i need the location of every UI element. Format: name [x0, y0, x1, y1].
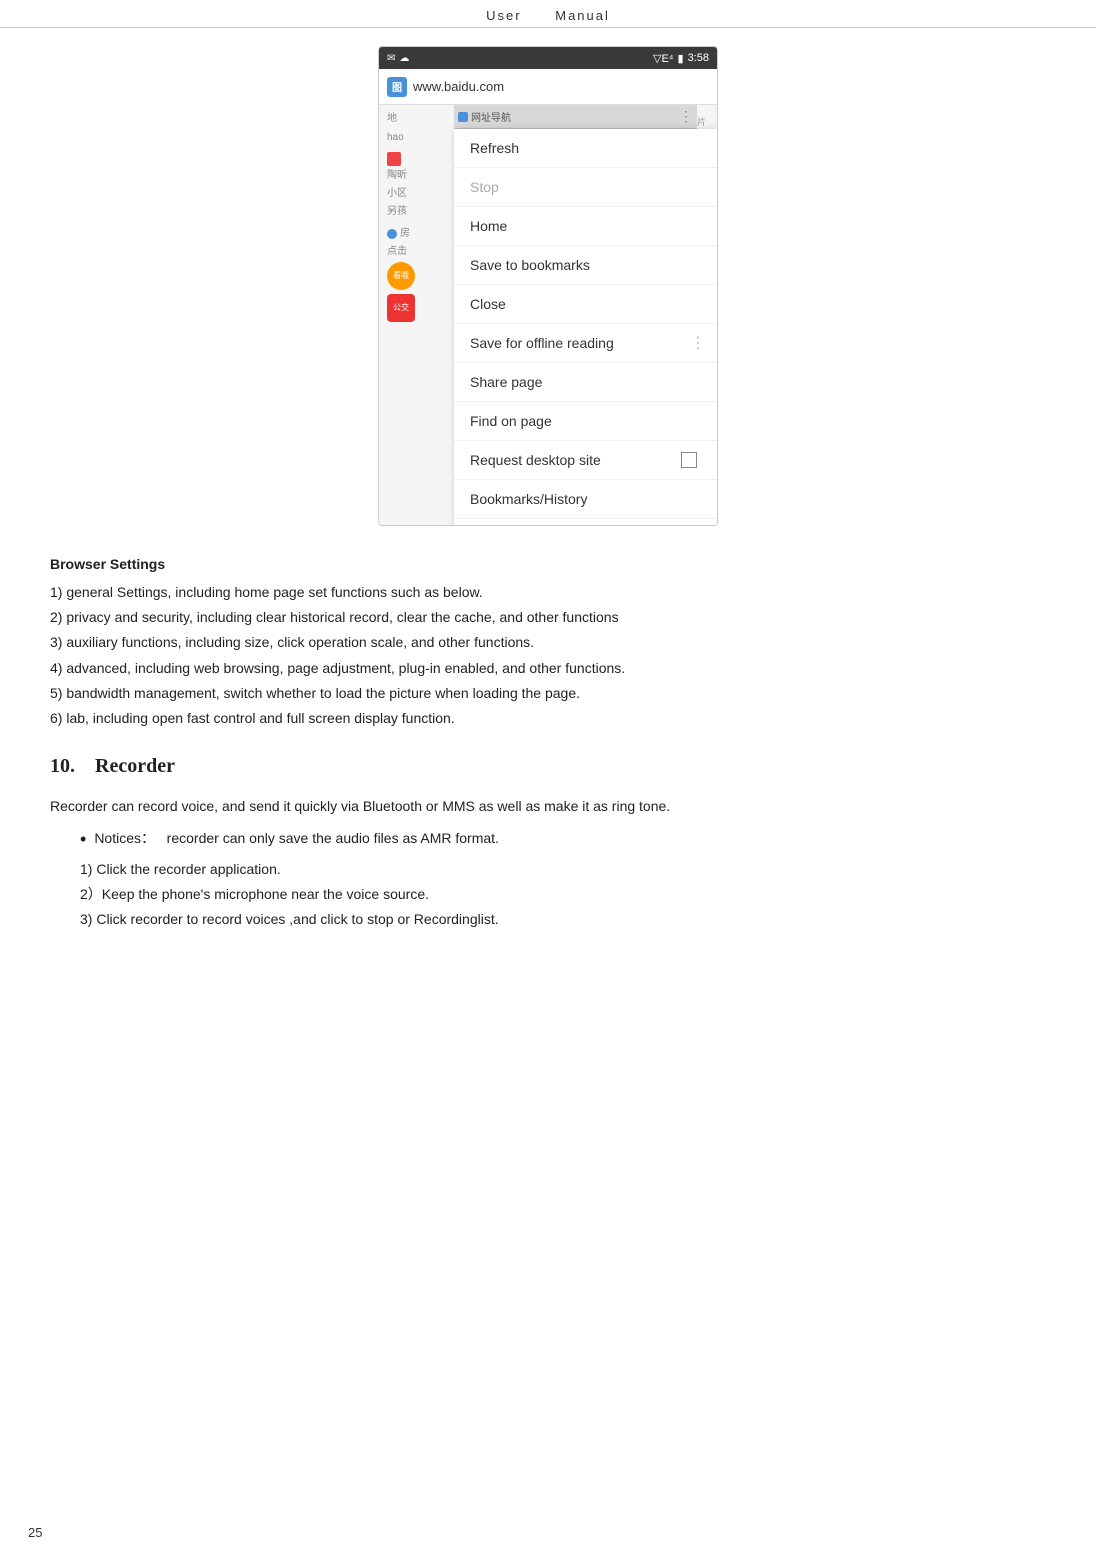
browser-settings-list: 1) general Settings, including home page… [50, 580, 1046, 731]
signal-icon: ▽E⁴ [653, 52, 674, 65]
menu-item-close-label: Close [470, 296, 701, 312]
list-item: 1) general Settings, including home page… [50, 580, 1046, 605]
menu-item-stop-label: Stop [470, 179, 701, 195]
webpage-background: 地 hao 陶昕 小区 另孩 房 点击 看哦 公交 [379, 105, 454, 525]
battery-icon: ▮ [678, 52, 684, 65]
menu-item-stop[interactable]: Stop [454, 168, 717, 207]
url-display[interactable]: www.baidu.com [413, 79, 709, 94]
status-bar-left: ✉ ☁ [387, 53, 409, 64]
menu-item-save-offline-dots: ⋮ [690, 333, 707, 353]
section-number: 10. [50, 755, 75, 777]
recorder-description: Recorder can record voice, and send it q… [50, 794, 1046, 819]
phone-screenshot: ✉ ☁ ▽E⁴ ▮ 3:58 图 www.baidu.com 地 hao 陶昕 … [378, 46, 718, 526]
step-3: 3) Click recorder to record voices ,and … [80, 907, 1046, 932]
address-bar[interactable]: 图 www.baidu.com [379, 69, 717, 105]
header-left: User [486, 8, 521, 23]
time-display: 3:58 [688, 52, 709, 64]
status-bar-right: ▽E⁴ ▮ 3:58 [653, 52, 709, 65]
menu-item-home[interactable]: Home [454, 207, 717, 246]
menu-item-refresh-label: Refresh [470, 140, 701, 156]
page-number: 25 [28, 1525, 42, 1540]
menu-item-bookmarks-history[interactable]: Bookmarks/History [454, 480, 717, 519]
step-1: 1) Click the recorder application. [80, 857, 1046, 882]
menu-item-desktop-label: Request desktop site [470, 452, 681, 468]
bullet-icon: • [80, 827, 86, 852]
browser-settings-title: Browser Settings [50, 556, 1046, 572]
section-title: Recorder [95, 755, 175, 777]
menu-item-save-bookmarks[interactable]: Save to bookmarks [454, 246, 717, 285]
section-heading-recorder: 10. Recorder [50, 755, 1046, 778]
menu-item-settings[interactable]: Settings [454, 519, 717, 525]
menu-item-bookmarks-history-label: Bookmarks/History [470, 491, 701, 507]
menu-item-find[interactable]: Find on page [454, 402, 717, 441]
header-right: Manual [555, 8, 610, 23]
status-bar: ✉ ☁ ▽E⁴ ▮ 3:58 [379, 47, 717, 69]
list-item: 3) auxiliary functions, including size, … [50, 630, 1046, 655]
menu-item-refresh[interactable]: Refresh [454, 129, 717, 168]
context-menu: Refresh Stop Home Save to bookmarks Clos… [454, 129, 717, 525]
menu-item-desktop[interactable]: Request desktop site [454, 441, 717, 480]
notices-label: Notices： recorder can only save the audi… [94, 827, 499, 851]
menu-item-share[interactable]: Share page [454, 363, 717, 402]
browser-logo: 图 [387, 77, 407, 97]
page-header: User Manual [0, 0, 1096, 28]
menu-item-save-offline-label: Save for offline reading [470, 335, 701, 351]
desktop-site-checkbox[interactable] [681, 452, 697, 468]
notices-item: • Notices： recorder can only save the au… [80, 827, 1046, 852]
envelope-icon: ✉ [387, 53, 395, 64]
menu-item-save-offline[interactable]: Save for offline reading ⋮ [454, 324, 717, 363]
list-item: 4) advanced, including web browsing, pag… [50, 656, 1046, 681]
browser-viewport: 地 hao 陶昕 小区 另孩 房 点击 看哦 公交 [379, 105, 717, 525]
menu-item-share-label: Share page [470, 374, 701, 390]
list-item: 2) privacy and security, including clear… [50, 605, 1046, 630]
tab-label: 网址导航 [471, 109, 511, 124]
list-item: 5) bandwidth management, switch whether … [50, 681, 1046, 706]
menu-item-home-label: Home [470, 218, 701, 234]
menu-item-save-bookmarks-label: Save to bookmarks [470, 257, 701, 273]
main-content: Browser Settings 1) general Settings, in… [0, 526, 1096, 952]
list-item: 6) lab, including open fast control and … [50, 706, 1046, 731]
cloud-icon: ☁ [399, 53, 409, 64]
step-2: 2）Keep the phone's microphone near the v… [80, 882, 1046, 907]
menu-item-close[interactable]: Close [454, 285, 717, 324]
menu-item-find-label: Find on page [470, 413, 701, 429]
